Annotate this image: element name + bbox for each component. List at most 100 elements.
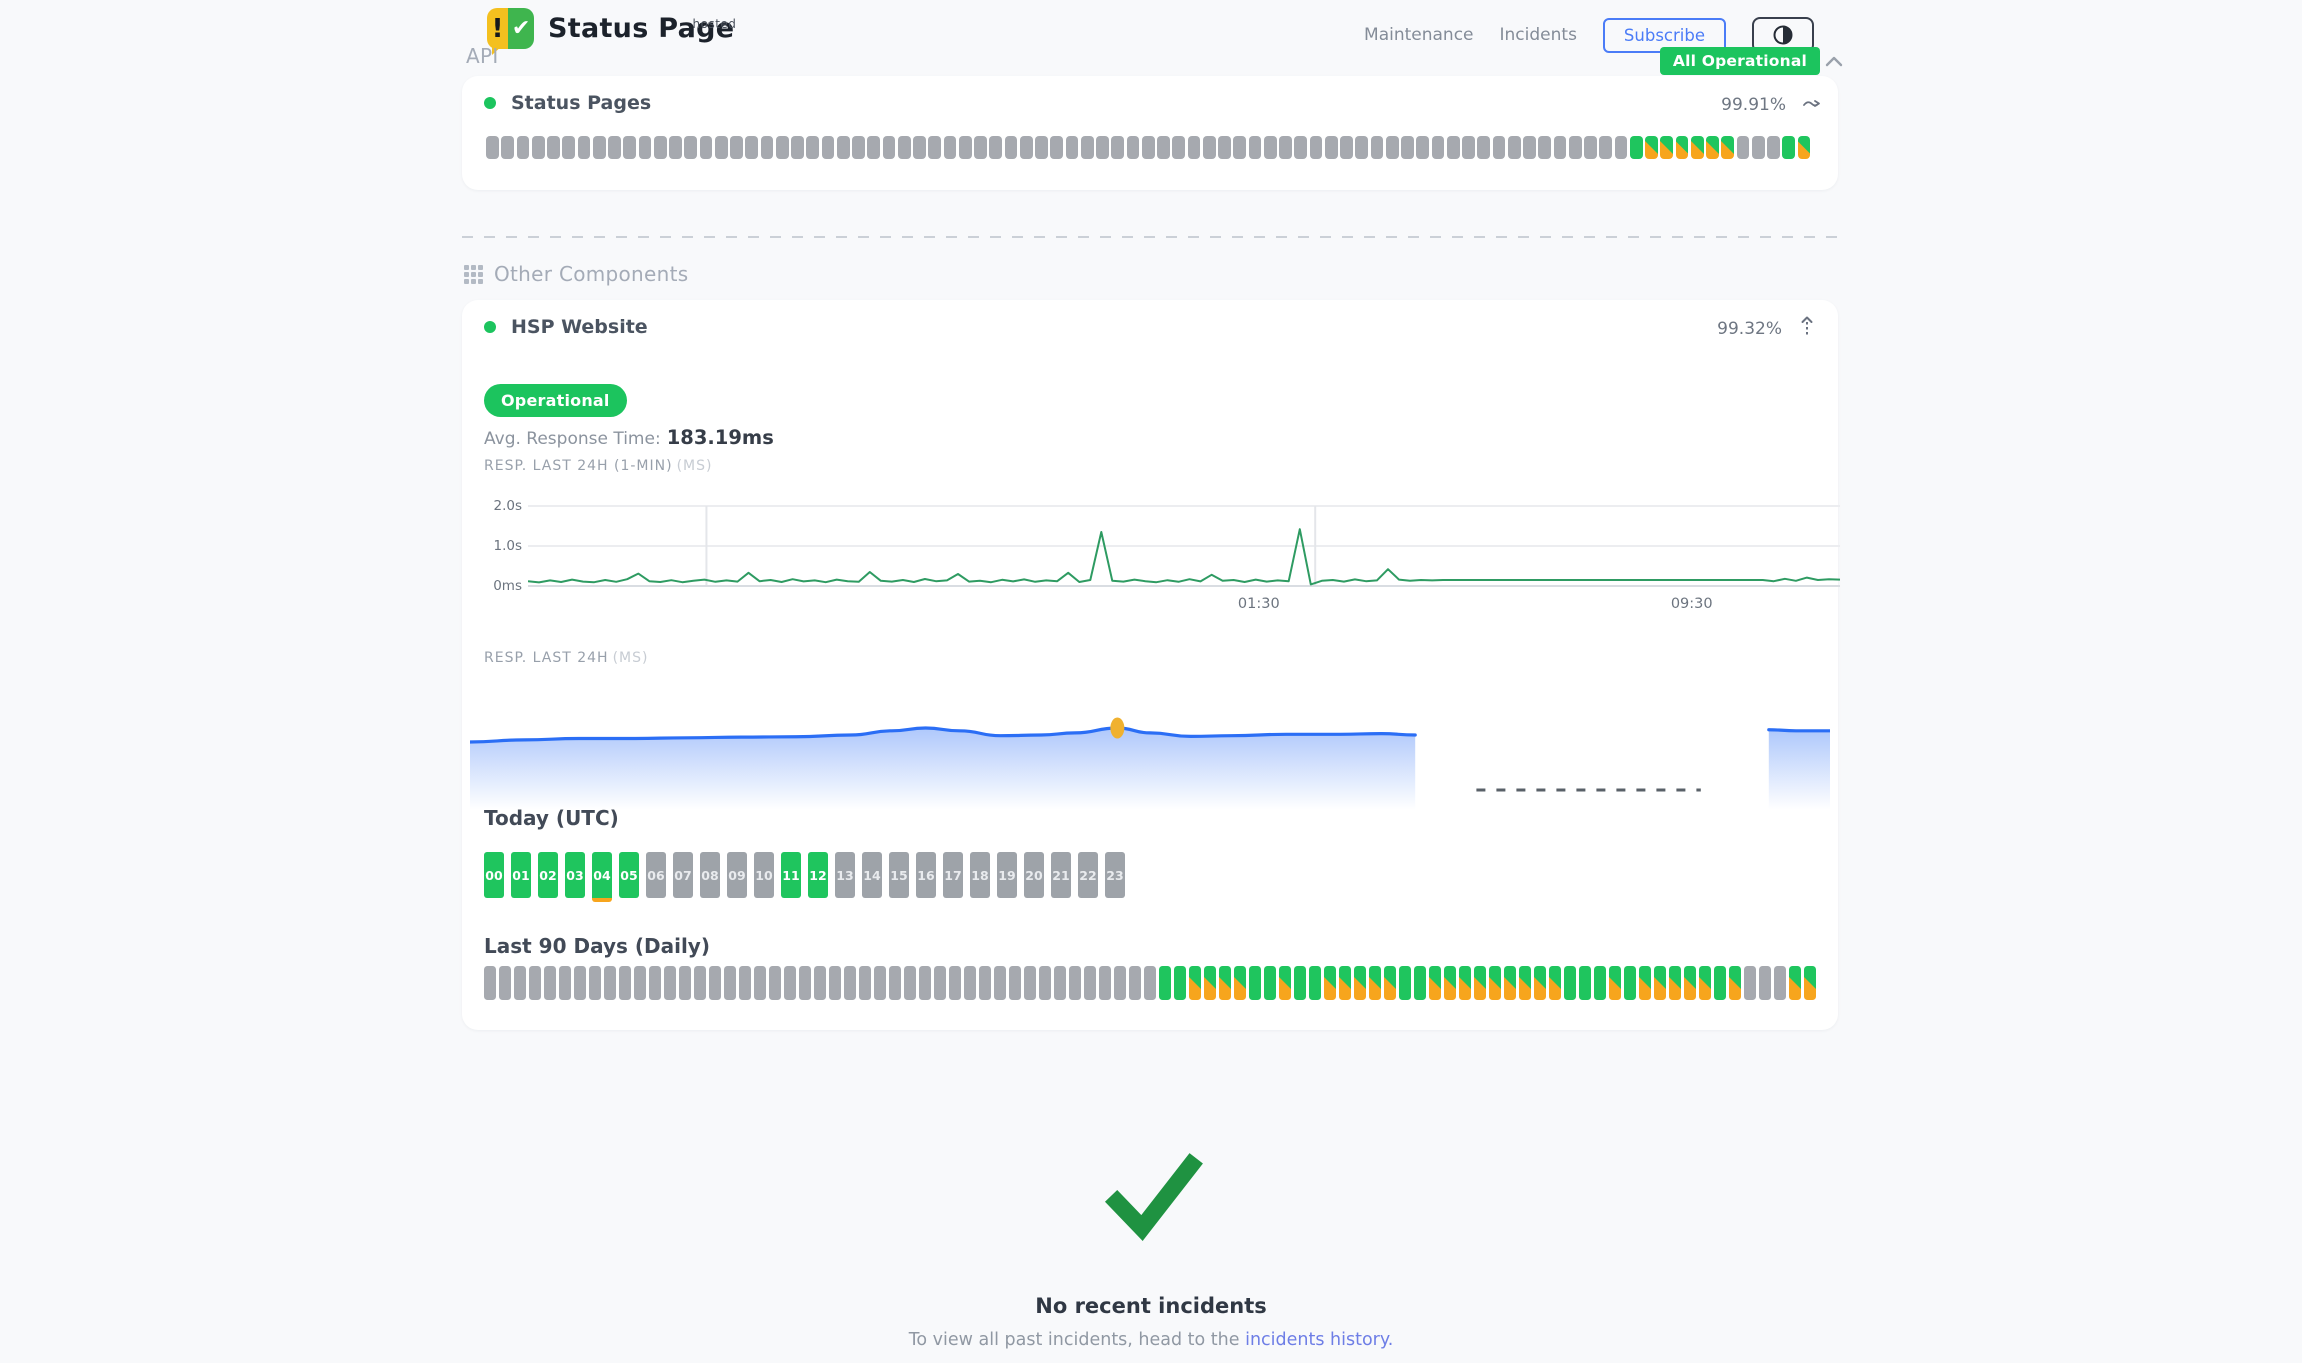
day-block: [1249, 966, 1261, 1000]
day-block: [1084, 966, 1096, 1000]
day-block: [829, 966, 841, 1000]
day-block: [694, 966, 706, 1000]
uptime-block: [745, 136, 758, 159]
uptime-block: [684, 136, 697, 159]
uptime-block: [989, 136, 1002, 159]
uptime-block: [761, 136, 774, 159]
uptime-block: [1645, 136, 1658, 159]
uptime-block: [486, 136, 499, 159]
nav-maintenance[interactable]: Maintenance: [1364, 25, 1473, 45]
hour-block-15: 15: [889, 852, 909, 898]
uptime-block: [959, 136, 972, 159]
day-block: [1789, 966, 1801, 1000]
day-block: [889, 966, 901, 1000]
status-pages-card: Status Pages 99.91%: [462, 76, 1838, 190]
day-block: [1024, 966, 1036, 1000]
day-block: [1414, 966, 1426, 1000]
incidents-history-link[interactable]: incidents history.: [1245, 1330, 1393, 1350]
day-block: [1114, 966, 1126, 1000]
uptime-percent: 99.91%: [1721, 95, 1786, 115]
uptime-block: [1523, 136, 1536, 159]
uptime-block: [1615, 136, 1628, 159]
day-block: [1069, 966, 1081, 1000]
today-hour-bar: 0001020304050607080910111213141516171819…: [484, 852, 1125, 902]
hour-block-22: 22: [1078, 852, 1098, 898]
day-block: [559, 966, 571, 1000]
overall-status-badge[interactable]: All Operational: [1660, 47, 1820, 75]
refresh-icon[interactable]: [1802, 96, 1822, 116]
day-block: [1639, 966, 1651, 1000]
day-block: [709, 966, 721, 1000]
uptime-block: [593, 136, 606, 159]
hour-block-06: 06: [646, 852, 666, 898]
day-block: [1729, 966, 1741, 1000]
uptime-block: [1569, 136, 1582, 159]
uptime-block: [562, 136, 575, 159]
day-block: [1174, 966, 1186, 1000]
exclaim-icon: !: [487, 8, 508, 49]
hour-block-12: 12: [808, 852, 828, 898]
area-chart-svg: [470, 678, 1830, 830]
operational-badge: Operational: [484, 384, 627, 417]
hour-block-01: 01: [511, 852, 531, 898]
section-title-other-components: Other Components: [464, 262, 688, 286]
hour-block-00: 00: [484, 852, 504, 898]
day-block: [679, 966, 691, 1000]
uptime-block: [883, 136, 896, 159]
uptime-block: [1279, 136, 1292, 159]
day-block: [1429, 966, 1441, 1000]
day-block: [1009, 966, 1021, 1000]
uptime-block: [1249, 136, 1262, 159]
app-logo[interactable]: ! ✔ Status Page hosted: [487, 8, 734, 49]
uptime-block: [501, 136, 514, 159]
uptime-block: [867, 136, 880, 159]
day-block: [1669, 966, 1681, 1000]
uptime-block: [623, 136, 636, 159]
collapse-arrow-icon[interactable]: [1800, 316, 1814, 342]
x-axis-labels: 01:3009:30: [528, 596, 1840, 616]
day-block: [949, 966, 961, 1000]
day-block: [1309, 966, 1321, 1000]
day-block: [484, 966, 496, 1000]
day-block: [1654, 966, 1666, 1000]
y-tick-1s: 1.0s: [484, 538, 522, 554]
uptime-block: [1264, 136, 1277, 159]
no-incidents-title: No recent incidents: [0, 1294, 2302, 1318]
uptime-block: [730, 136, 743, 159]
hour-block-07: 07: [673, 852, 693, 898]
uptime-block: [1432, 136, 1445, 159]
day-block: [1759, 966, 1771, 1000]
chevron-up-icon[interactable]: [1825, 52, 1843, 71]
day-block: [1744, 966, 1756, 1000]
day-block: [769, 966, 781, 1000]
uptime-block: [898, 136, 911, 159]
resp-1min-chart-title: RESP. LAST 24H (1-MIN)(MS): [484, 458, 712, 474]
uptime-block: [1157, 136, 1170, 159]
uptime-block: [1630, 136, 1643, 159]
nav-incidents[interactable]: Incidents: [1500, 25, 1577, 45]
day-block: [1444, 966, 1456, 1000]
day-block: [1519, 966, 1531, 1000]
day-block: [1579, 966, 1591, 1000]
line-chart-svg: [528, 496, 1840, 592]
avg-response-value: 183.19ms: [667, 426, 774, 449]
day-block: [1474, 966, 1486, 1000]
day-block: [1549, 966, 1561, 1000]
uptime-block: [1096, 136, 1109, 159]
day-block: [634, 966, 646, 1000]
uptime-block: [1066, 136, 1079, 159]
hour-block-08: 08: [700, 852, 720, 898]
day-block: [1294, 966, 1306, 1000]
uptime-block: [1340, 136, 1353, 159]
hour-block-18: 18: [970, 852, 990, 898]
uptime-block: [1203, 136, 1216, 159]
day-block: [904, 966, 916, 1000]
y-tick-2s: 2.0s: [484, 498, 522, 514]
uptime-block: [1218, 136, 1231, 159]
day-block: [589, 966, 601, 1000]
day-block: [1264, 966, 1276, 1000]
hour-block-16: 16: [916, 852, 936, 898]
day-block: [844, 966, 856, 1000]
uptime-block: [822, 136, 835, 159]
uptime-block: [1355, 136, 1368, 159]
